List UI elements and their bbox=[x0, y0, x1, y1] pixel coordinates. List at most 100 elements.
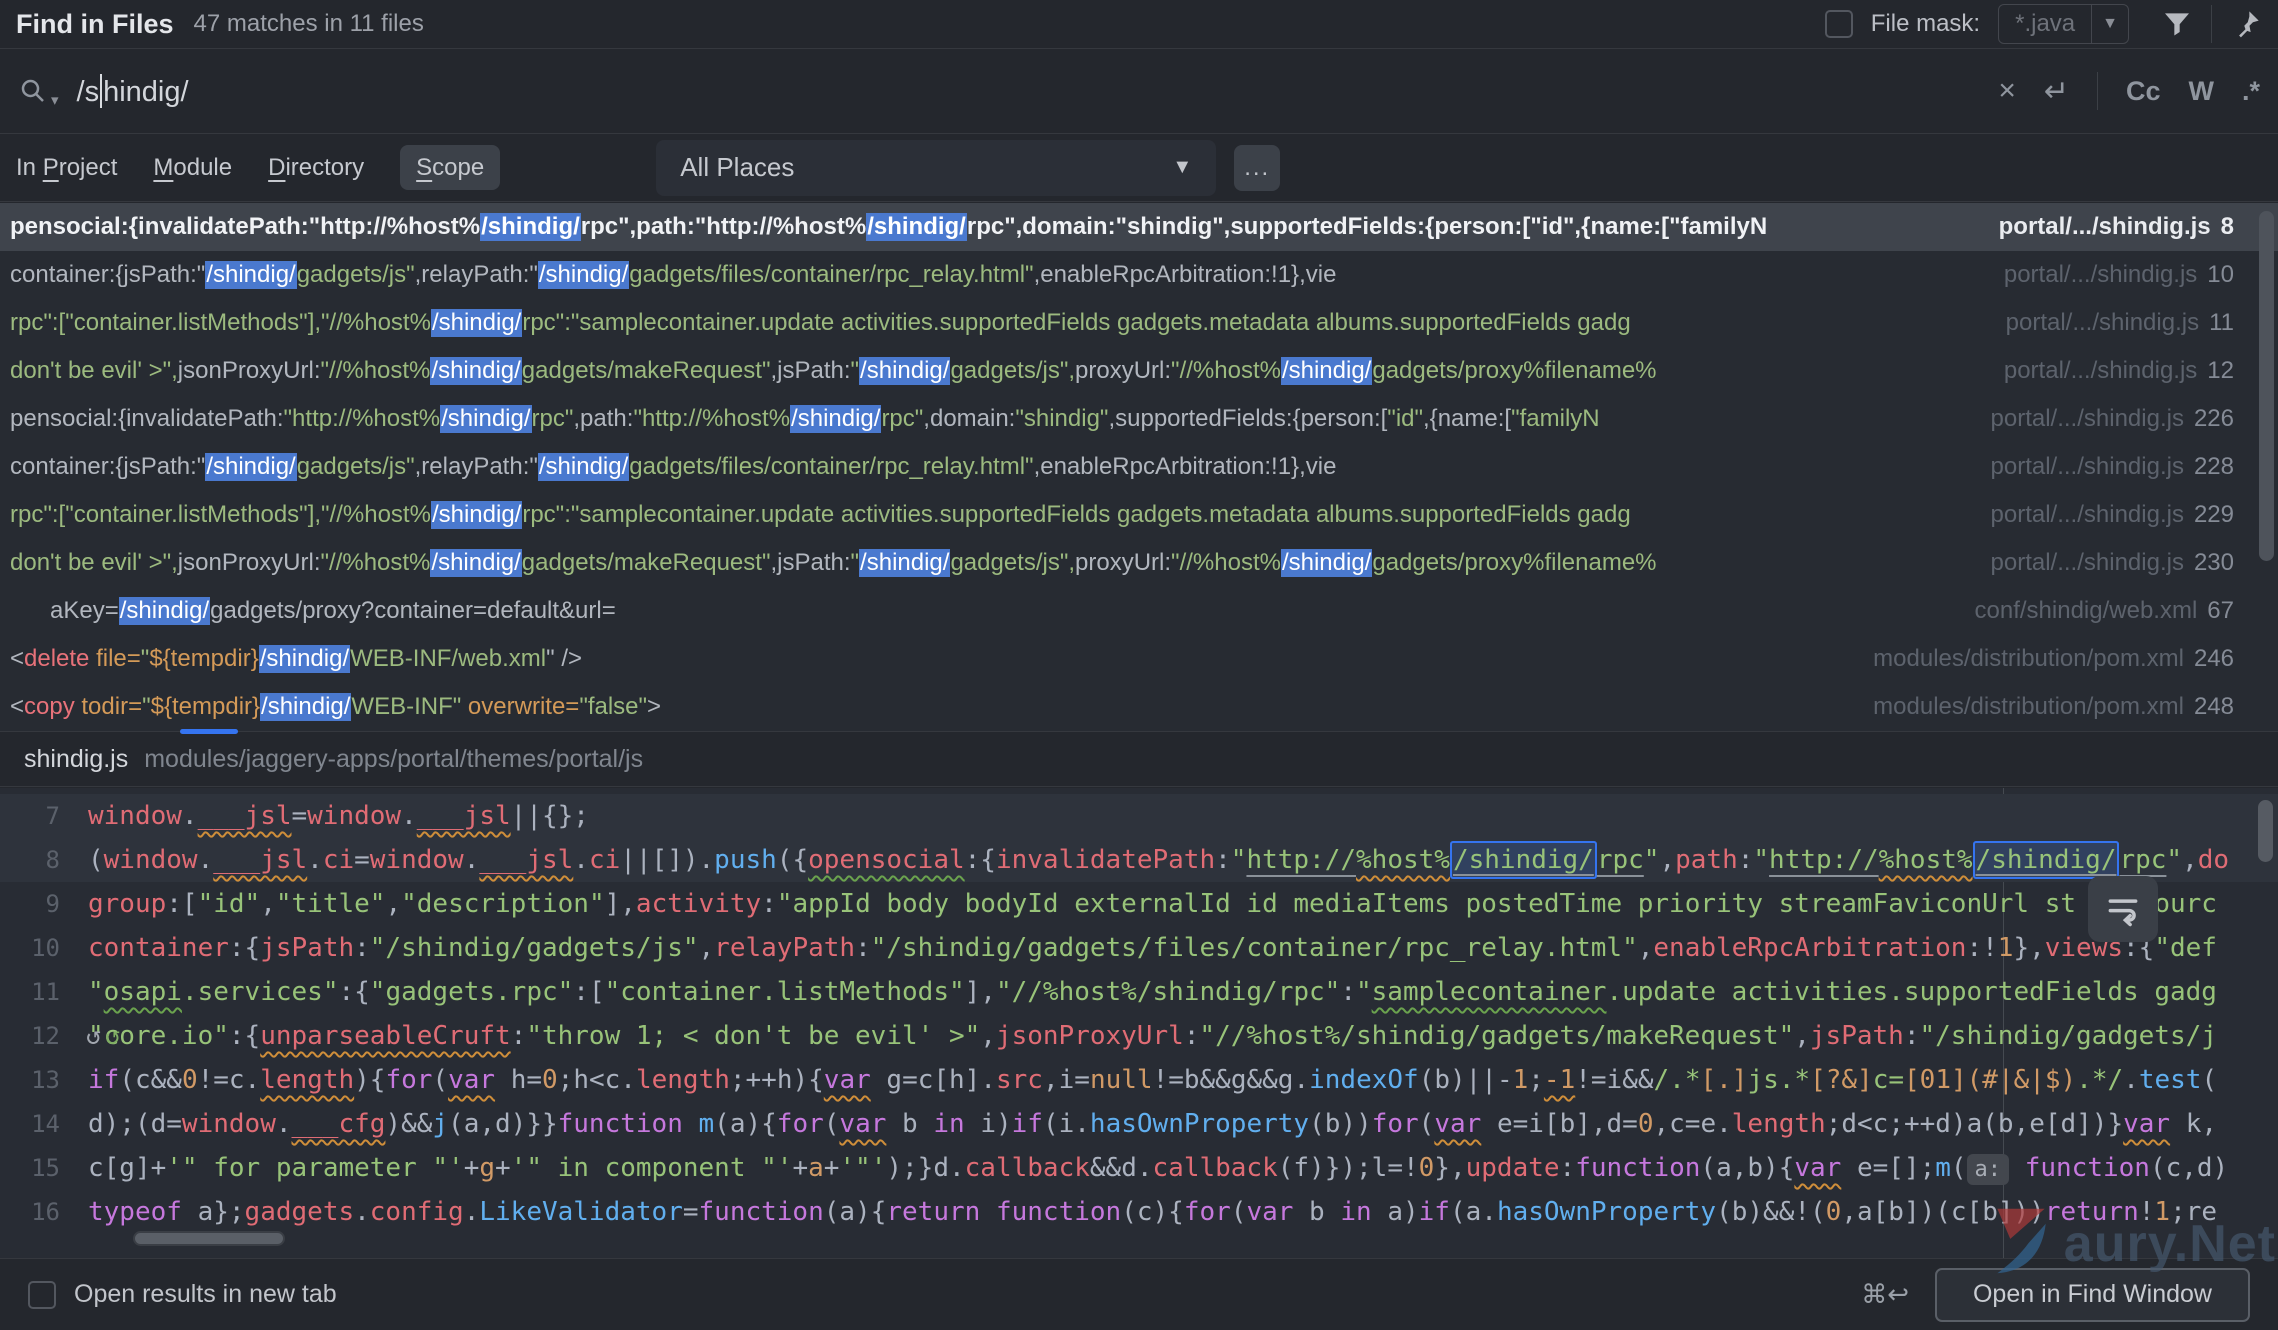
scope-tab-directory[interactable]: Directory bbox=[268, 154, 364, 181]
text-segment: for bbox=[1184, 1197, 1231, 1227]
text-segment: 1 bbox=[2154, 1197, 2170, 1227]
file-mask-combo[interactable]: *.java ▼ bbox=[1998, 4, 2129, 44]
text-segment: " bbox=[1356, 977, 1372, 1007]
result-row[interactable]: rpc":["container.listMethods"],"//%host%… bbox=[0, 299, 2278, 347]
search-icon[interactable]: ▾ bbox=[18, 76, 59, 106]
text-segment: b bbox=[1293, 1197, 1340, 1227]
result-line-number: 246 bbox=[2194, 645, 2234, 672]
result-row[interactable]: container:{jsPath:"/shindig/gadgets/js",… bbox=[0, 443, 2278, 491]
soft-wrap-icon[interactable] bbox=[2088, 876, 2158, 942]
result-location: portal/.../shindig.js229 bbox=[1971, 501, 2278, 529]
text-segment: . bbox=[198, 845, 214, 875]
result-line-number: 12 bbox=[2207, 357, 2234, 384]
code-text: window.___jsl=window.___jsl||{}; bbox=[88, 794, 2278, 838]
chevron-down-icon: ▼ bbox=[1172, 156, 1192, 179]
text-segment: &&d. bbox=[1090, 1153, 1153, 1183]
result-text: aKey=/shindig/gadgets/proxy?container=de… bbox=[10, 597, 1955, 625]
code-preview-editor[interactable]: 7window.___jsl=window.___jsl||{};8(windo… bbox=[0, 788, 2278, 1258]
text-segment: don't be evil' >", bbox=[10, 357, 178, 384]
text-segment: rpc" bbox=[532, 405, 574, 432]
divider bbox=[2097, 72, 2098, 110]
close-icon[interactable]: × bbox=[1998, 74, 2016, 108]
text-segment: ,i= bbox=[1043, 1065, 1090, 1095]
text-segment: var bbox=[2123, 1109, 2170, 1139]
text-segment: length bbox=[636, 1065, 730, 1095]
text-segment: . bbox=[573, 845, 589, 875]
text-segment: ( bbox=[88, 845, 104, 875]
text-segment: WEB-INF" bbox=[351, 693, 461, 720]
text-segment: 0 bbox=[1638, 1109, 1654, 1139]
text-segment: gadgets/proxy?container=default&url= bbox=[210, 597, 616, 624]
result-row[interactable]: pensocial:{invalidatePath:"http://%host%… bbox=[0, 395, 2278, 443]
result-line-number: 11 bbox=[2209, 309, 2234, 336]
results-scrollbar[interactable] bbox=[2259, 211, 2274, 561]
scope-tab-module[interactable]: Module bbox=[153, 154, 232, 181]
text-segment: "http://%host% bbox=[633, 405, 790, 432]
text-segment: ;h<c. bbox=[558, 1065, 636, 1095]
text-segment: = bbox=[292, 801, 308, 831]
find-in-files-dialog: Find in Files 47 matches in 11 files Fil… bbox=[0, 0, 2278, 1330]
text-segment bbox=[2009, 1153, 2025, 1183]
text-segment: test bbox=[2139, 1065, 2202, 1095]
text-segment: for bbox=[1372, 1109, 1419, 1139]
line-number: 16 bbox=[0, 1190, 88, 1234]
scope-tab-scope[interactable]: Scope bbox=[400, 145, 500, 190]
text-segment: ,jsPath: bbox=[770, 357, 850, 384]
text-segment: (i. bbox=[1043, 1109, 1090, 1139]
regex-toggle[interactable]: .* bbox=[2242, 76, 2260, 107]
more-scopes-button[interactable]: ... bbox=[1234, 145, 1280, 191]
splitter-handle[interactable] bbox=[180, 729, 238, 734]
text-segment: , bbox=[1638, 933, 1654, 963]
text-segment: ( bbox=[1951, 1153, 1967, 1183]
scope-select[interactable]: All Places ▼ bbox=[656, 140, 1216, 196]
newline-icon[interactable]: ↵ bbox=[2044, 74, 2069, 109]
text-segment: return bbox=[2045, 1197, 2139, 1227]
text-segment: function bbox=[2025, 1153, 2150, 1183]
result-location: portal/.../shindig.js12 bbox=[1984, 357, 2278, 385]
text-segment: "//%host% bbox=[1171, 357, 1281, 384]
match-case-toggle[interactable]: Cc bbox=[2126, 76, 2161, 107]
text-segment: g=c[h]. bbox=[871, 1065, 996, 1095]
text-segment: " bbox=[1231, 845, 1247, 875]
result-row[interactable]: container:{jsPath:"/shindig/gadgets/js",… bbox=[0, 251, 2278, 299]
text-segment: "//%host%/shindig/gadgets/makeRequest" bbox=[1199, 1021, 1794, 1051]
text-segment: + bbox=[495, 1153, 511, 1183]
code-line: 15c[g]+'" for parameter "'+g+'" in compo… bbox=[0, 1146, 2278, 1190]
scope-tab-in-project[interactable]: In Project bbox=[16, 154, 117, 181]
line-number: 14 bbox=[0, 1102, 88, 1146]
result-row[interactable]: don't be evil' >",jsonProxyUrl:"//%host%… bbox=[0, 539, 2278, 587]
result-line-number: 230 bbox=[2194, 549, 2234, 576]
filter-icon[interactable] bbox=[2161, 8, 2193, 40]
text-segment: http:// bbox=[1769, 845, 1879, 875]
editor-scrollbar[interactable] bbox=[2258, 800, 2273, 862]
result-row[interactable]: <copy todir="${tempdir}/shindig/WEB-INF"… bbox=[0, 683, 2278, 731]
words-toggle[interactable]: W bbox=[2189, 76, 2214, 107]
text-segment: length bbox=[1732, 1109, 1826, 1139]
text-segment: ], bbox=[605, 889, 636, 919]
result-row[interactable]: <delete file="${tempdir}/shindig/WEB-INF… bbox=[0, 635, 2278, 683]
result-row[interactable]: pensocial:{invalidatePath:"http://%host%… bbox=[0, 203, 2278, 251]
text-segment: "gadgets.rpc" bbox=[370, 977, 574, 1007]
chevron-down-icon[interactable]: ▼ bbox=[2091, 5, 2128, 43]
text-segment: -1 bbox=[1544, 1065, 1575, 1095]
editor-horizontal-scrollbar[interactable] bbox=[133, 1231, 285, 1246]
text-segment: :! bbox=[1966, 933, 1997, 963]
text-segment: var bbox=[839, 1109, 886, 1139]
pin-icon[interactable] bbox=[2230, 8, 2262, 40]
result-row[interactable]: aKey=/shindig/gadgets/proxy?container=de… bbox=[0, 587, 2278, 635]
text-segment: (c){ bbox=[1121, 1197, 1184, 1227]
text-segment: (c&& bbox=[119, 1065, 182, 1095]
open-in-new-tab-checkbox[interactable] bbox=[28, 1281, 56, 1309]
result-row[interactable]: rpc":["container.listMethods"],"//%host%… bbox=[0, 491, 2278, 539]
result-row[interactable]: don't be evil' >",jsonProxyUrl:"//%host%… bbox=[0, 347, 2278, 395]
text-segment: "/shindig/gadgets/files/container/rpc_re… bbox=[871, 933, 1638, 963]
result-file-path: portal/.../shindig.js bbox=[1991, 453, 2184, 480]
open-in-find-window-button[interactable]: Open in Find Window bbox=[1935, 1268, 2250, 1322]
text-segment: a}; bbox=[182, 1197, 245, 1227]
file-mask-checkbox[interactable] bbox=[1825, 10, 1853, 38]
recursive-call-icon[interactable]: ↺↺ bbox=[86, 1014, 120, 1058]
preview-header: shindig.js modules/jaggery-apps/portal/t… bbox=[0, 731, 2278, 787]
text-segment: a bbox=[808, 1153, 824, 1183]
search-input[interactable]: /shindig/ bbox=[77, 74, 189, 109]
scope-tabs: In ProjectModuleDirectoryScope bbox=[16, 154, 536, 182]
